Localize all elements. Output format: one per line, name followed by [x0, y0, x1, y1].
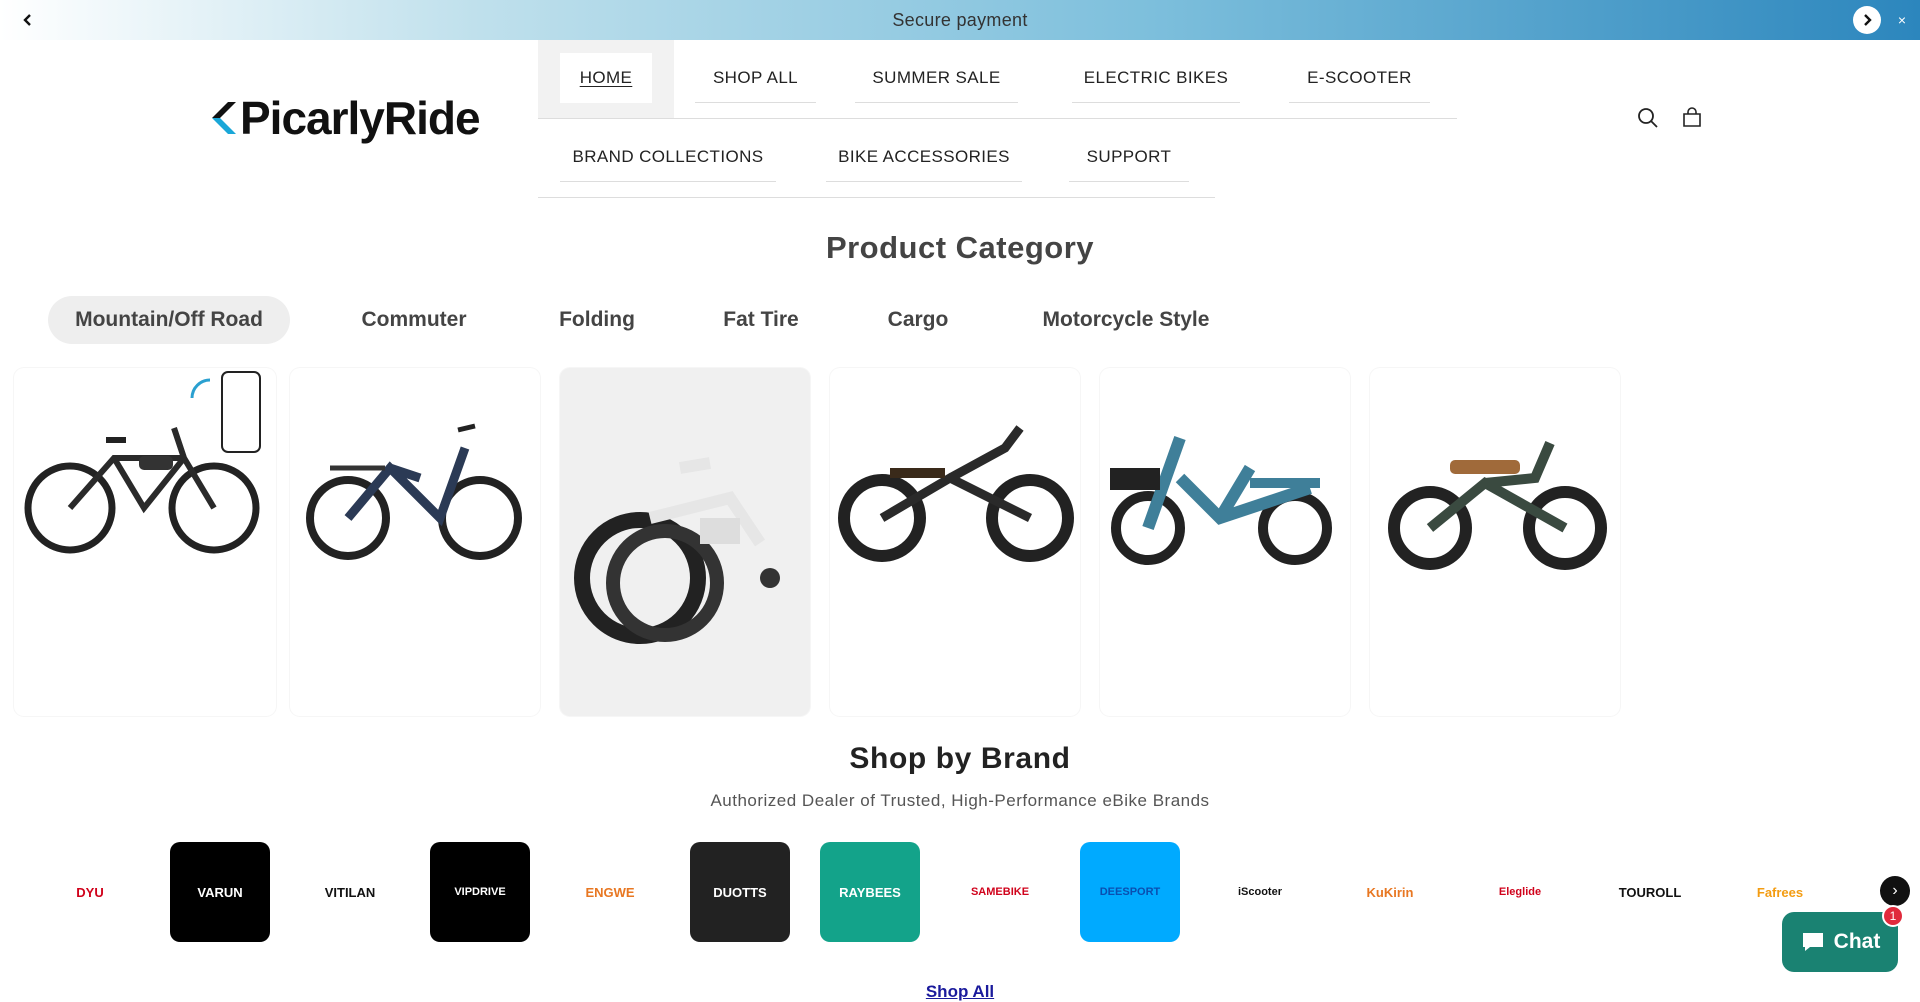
tab-folding[interactable]: Folding — [538, 296, 656, 344]
brand-logo[interactable]: SAMEBIKE — [950, 842, 1050, 942]
tab-mountain-off-road[interactable]: Mountain/Off Road — [48, 296, 290, 344]
brand-logo[interactable]: iScooter — [1210, 842, 1310, 942]
cart-button[interactable] — [1678, 104, 1706, 132]
shop-by-brand-title: Shop by Brand — [849, 742, 1071, 775]
nav-support[interactable]: SUPPORT — [1069, 132, 1189, 182]
brand-slider-next-button[interactable]: › — [1880, 876, 1910, 906]
chat-button[interactable]: Chat — [1782, 912, 1898, 972]
tab-commuter[interactable]: Commuter — [340, 296, 488, 344]
announcement-text: Secure payment — [892, 9, 1028, 30]
brand-logo[interactable]: VITILAN — [300, 842, 400, 942]
brand-logo-label: DUOTTS — [713, 884, 767, 900]
nav-brand-collections[interactable]: BRAND COLLECTIONS — [560, 132, 776, 182]
product-card-commuter[interactable] — [290, 368, 540, 716]
brand-logo-label: TOUROLL — [1618, 884, 1682, 900]
search-icon — [1638, 108, 1658, 128]
cart-icon — [1683, 107, 1701, 127]
brand-logo-label: iScooter — [1237, 886, 1282, 898]
nav-electric-bikes[interactable]: ELECTRIC BIKES — [1072, 53, 1240, 103]
nav-e-scooter[interactable]: E-SCOOTER — [1289, 53, 1430, 103]
nav-summer-sale[interactable]: SUMMER SALE — [855, 53, 1018, 103]
shop-all-link[interactable]: Shop All — [0, 982, 1920, 1002]
brand-logo-label: Fafrees — [1756, 884, 1804, 900]
nav-divider — [538, 197, 1215, 198]
nav-divider — [538, 118, 1457, 119]
product-category-title: Product Category — [825, 230, 1095, 265]
brand-logo[interactable]: VARUN — [170, 842, 270, 942]
folding-ebike-image — [574, 457, 780, 644]
commuter-ebike-image — [306, 423, 522, 560]
chevron-right-icon — [1864, 14, 1872, 26]
chat-label: Chat — [1833, 930, 1881, 953]
nav-shop-all[interactable]: SHOP ALL — [695, 53, 816, 103]
site-logo[interactable]: PicarlyRide — [208, 92, 481, 144]
brand-logo-label: ENGWE — [585, 884, 635, 900]
brand-logo-label: RAYBEES — [839, 884, 901, 900]
brand-logo-label: Eleglide — [1498, 886, 1542, 898]
brand-logo-label: VIPDRIVE — [454, 886, 506, 898]
product-card-fat-tire[interactable] — [830, 368, 1080, 716]
brand-logo[interactable]: TOUROLL — [1600, 842, 1700, 942]
brand-logo-label: SAMEBIKE — [970, 886, 1030, 898]
brand-logo[interactable]: DUOTTS — [690, 842, 790, 942]
fat-tire-ebike-image — [838, 425, 1074, 562]
product-card-motorcycle-style[interactable] — [1370, 368, 1620, 716]
brand-logo-label: DEESPORT — [1099, 886, 1161, 898]
tab-motorcycle-style[interactable]: Motorcycle Style — [1020, 296, 1232, 344]
announcement-next-button[interactable] — [1853, 6, 1881, 34]
brand-logo[interactable]: VIPDRIVE — [430, 842, 530, 942]
search-button[interactable] — [1634, 104, 1662, 132]
chat-unread-badge: 1 — [1882, 905, 1904, 927]
brand-logo-label: VARUN — [197, 884, 243, 900]
announcement-close-button[interactable]: × — [1894, 10, 1910, 30]
brand-logo[interactable]: Eleglide — [1470, 842, 1570, 942]
logo-mark-icon — [208, 98, 238, 138]
product-card-cargo[interactable] — [1100, 368, 1350, 716]
nav-home[interactable]: HOME — [560, 53, 652, 103]
mountain-ebike-image — [24, 371, 261, 554]
brand-logo-label: VITILAN — [324, 884, 376, 900]
brand-logo[interactable]: ENGWE — [560, 842, 660, 942]
shop-by-brand-subtitle: Authorized Dealer of Trusted, High-Perfo… — [710, 791, 1210, 810]
nav-bike-accessories[interactable]: BIKE ACCESSORIES — [826, 132, 1022, 182]
announcement-prev-button[interactable] — [16, 8, 40, 32]
brand-logo[interactable]: RAYBEES — [820, 842, 920, 942]
chat-bubble-icon — [1802, 933, 1823, 951]
brand-logo[interactable]: KuKirin — [1340, 842, 1440, 942]
brand-logo-label: KuKirin — [1366, 884, 1414, 900]
logo-text: PicarlyRide — [240, 92, 481, 144]
product-card-folding[interactable] — [560, 368, 810, 716]
cargo-ebike-image — [1110, 435, 1332, 565]
product-card-mountain[interactable] — [14, 368, 276, 716]
announcement-bar: Secure payment × — [0, 0, 1920, 40]
brand-logo[interactable]: DYU — [40, 842, 140, 942]
motorcycle-style-ebike-image — [1388, 441, 1607, 570]
chevron-left-icon — [23, 14, 31, 26]
tab-fat-tire[interactable]: Fat Tire — [706, 296, 816, 344]
brand-logo[interactable]: DEESPORT — [1080, 842, 1180, 942]
brand-logo-label: DYU — [76, 884, 104, 900]
tab-cargo[interactable]: Cargo — [866, 296, 970, 344]
